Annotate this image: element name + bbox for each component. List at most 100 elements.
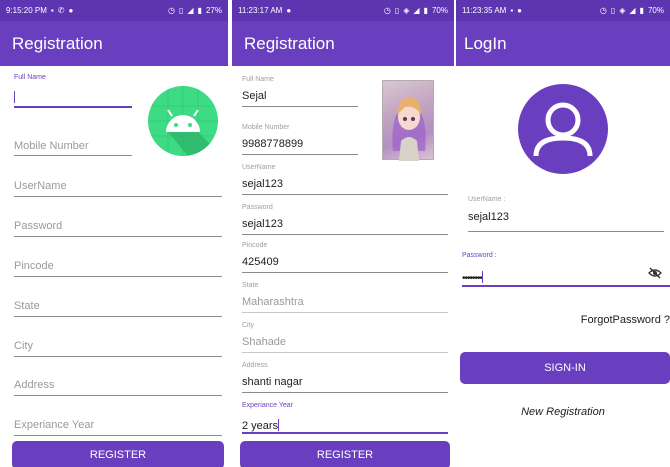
username-underline (242, 194, 448, 195)
username-placeholder: UserName (14, 180, 67, 192)
vibrate-icon: ▯ (394, 5, 400, 15)
app-icon: ● (286, 5, 292, 15)
login-screen: 11:23:35 AM ▪ ● ◷ ▯ ◈ ◢ ▮ 70% LogIn User… (456, 0, 670, 467)
status-time: 9:15:20 PM (6, 6, 47, 15)
password-underline (14, 236, 222, 237)
full-name-underline (14, 106, 132, 108)
android-logo-icon (148, 86, 218, 156)
pincode-value: 425409 (242, 256, 279, 268)
text-caret (482, 270, 484, 283)
city-placeholder: City (14, 340, 33, 352)
status-bar: 11:23:35 AM ▪ ● ◷ ▯ ◈ ◢ ▮ 70% (456, 0, 670, 21)
login-username-underline (468, 231, 664, 232)
battery-percent: 70% (431, 6, 448, 15)
username-value: sejal123 (242, 178, 283, 190)
vibrate-icon: ▯ (610, 5, 616, 15)
address-underline (14, 395, 222, 396)
full-name-label: Full Name (242, 76, 274, 83)
app-icon: ● (517, 5, 523, 15)
status-bar: 9:15:20 PM ▪ ✆ ● ◷ ▯ ◢ ▮ 27% (0, 0, 228, 21)
status-time: 11:23:17 AM (238, 6, 283, 15)
signal-icon: ◢ (187, 5, 194, 15)
sign-in-button[interactable]: SIGN-IN (460, 352, 670, 384)
app-bar-title: Registration (0, 21, 228, 66)
full-name-underline (242, 106, 358, 107)
experience-label: Experiance Year (242, 402, 293, 409)
app-icon: ● (68, 5, 74, 15)
app-bar-title: Registration (232, 21, 454, 66)
username-label: UserName (242, 164, 276, 171)
signal-icon: ◢ (629, 5, 636, 15)
login-password-value: •••••••• (462, 273, 483, 284)
app-bar-title: LogIn (456, 21, 670, 66)
password-value: sejal123 (242, 218, 283, 230)
state-underline (242, 312, 448, 313)
status-bar: 11:23:17 AM ● ◷ ▯ ◈ ◢ ▮ 70% (232, 0, 454, 21)
pincode-underline (242, 272, 448, 273)
forgot-password-link[interactable]: ForgotPassword ? (581, 314, 670, 326)
login-username-value: sejal123 (468, 211, 509, 223)
address-underline (242, 392, 448, 393)
username-underline (14, 196, 222, 197)
text-caret (278, 418, 280, 431)
password-placeholder: Password (14, 220, 63, 232)
text-caret (14, 88, 15, 106)
state-label: State (242, 282, 259, 289)
login-username-label: UserName : (468, 196, 506, 203)
profile-photo (382, 80, 434, 161)
user-avatar-icon (518, 84, 608, 174)
state-underline (14, 316, 222, 317)
alarm-icon: ◷ (383, 5, 391, 15)
mobile-number-label: Mobile Number (242, 124, 290, 131)
mobile-number-placeholder: Mobile Number (14, 140, 89, 152)
battery-percent: 70% (647, 6, 664, 15)
mobile-number-value: 9988778899 (242, 138, 304, 150)
battery-icon: ▮ (639, 5, 644, 15)
wifi-icon: ◈ (403, 5, 410, 15)
battery-percent: 27% (205, 6, 222, 15)
registration-empty-screen: 9:15:20 PM ▪ ✆ ● ◷ ▯ ◢ ▮ 27% Registratio… (0, 0, 228, 467)
wifi-icon: ◈ (619, 5, 626, 15)
mobile-underline (14, 155, 132, 156)
registration-filled-screen: 11:23:17 AM ● ◷ ▯ ◈ ◢ ▮ 70% Registration… (232, 0, 454, 467)
city-value: Shahade (242, 336, 287, 348)
battery-icon: ▮ (423, 5, 428, 15)
full-name-label: Full Name (14, 74, 46, 81)
password-label: Password (242, 204, 273, 211)
status-time: 11:23:35 AM (462, 6, 507, 15)
alarm-icon: ◷ (168, 5, 176, 15)
eye-off-icon[interactable] (648, 266, 662, 284)
state-placeholder: State (14, 300, 40, 312)
city-label: City (242, 322, 255, 329)
state-value: Maharashtra (242, 296, 304, 308)
register-button[interactable]: REGISTER (240, 441, 450, 467)
alarm-icon: ◷ (599, 5, 607, 15)
address-label: Address (242, 362, 268, 369)
pincode-underline (14, 276, 222, 277)
address-value: shanti nagar (242, 376, 303, 388)
login-password-input-row: •••••••• (462, 268, 483, 286)
battery-icon: ▮ (197, 5, 202, 15)
experience-placeholder: Experiance Year (14, 419, 95, 431)
signal-icon: ◢ (413, 5, 420, 15)
full-name-value: Sejal (242, 90, 267, 102)
call-icon: ✆ (57, 5, 65, 15)
notification-icon: ▪ (510, 5, 514, 15)
login-password-label: Password : (462, 252, 497, 259)
city-underline (242, 352, 448, 353)
password-underline (242, 234, 448, 235)
address-placeholder: Address (14, 379, 55, 391)
register-button[interactable]: REGISTER (12, 441, 224, 467)
vibrate-icon: ▯ (179, 5, 184, 15)
experience-value: 2 years (242, 420, 279, 432)
login-password-underline (462, 285, 670, 287)
pincode-placeholder: Pincode (14, 260, 54, 272)
pincode-label: Pincode (242, 242, 268, 249)
experience-underline (242, 432, 448, 434)
screens-container: 9:15:20 PM ▪ ✆ ● ◷ ▯ ◢ ▮ 27% Registratio… (0, 0, 670, 467)
mobile-underline (242, 154, 358, 155)
new-registration-link[interactable]: New Registration (456, 406, 670, 418)
notification-icon: ▪ (50, 5, 54, 15)
city-underline (14, 356, 222, 357)
experience-underline (14, 435, 222, 436)
